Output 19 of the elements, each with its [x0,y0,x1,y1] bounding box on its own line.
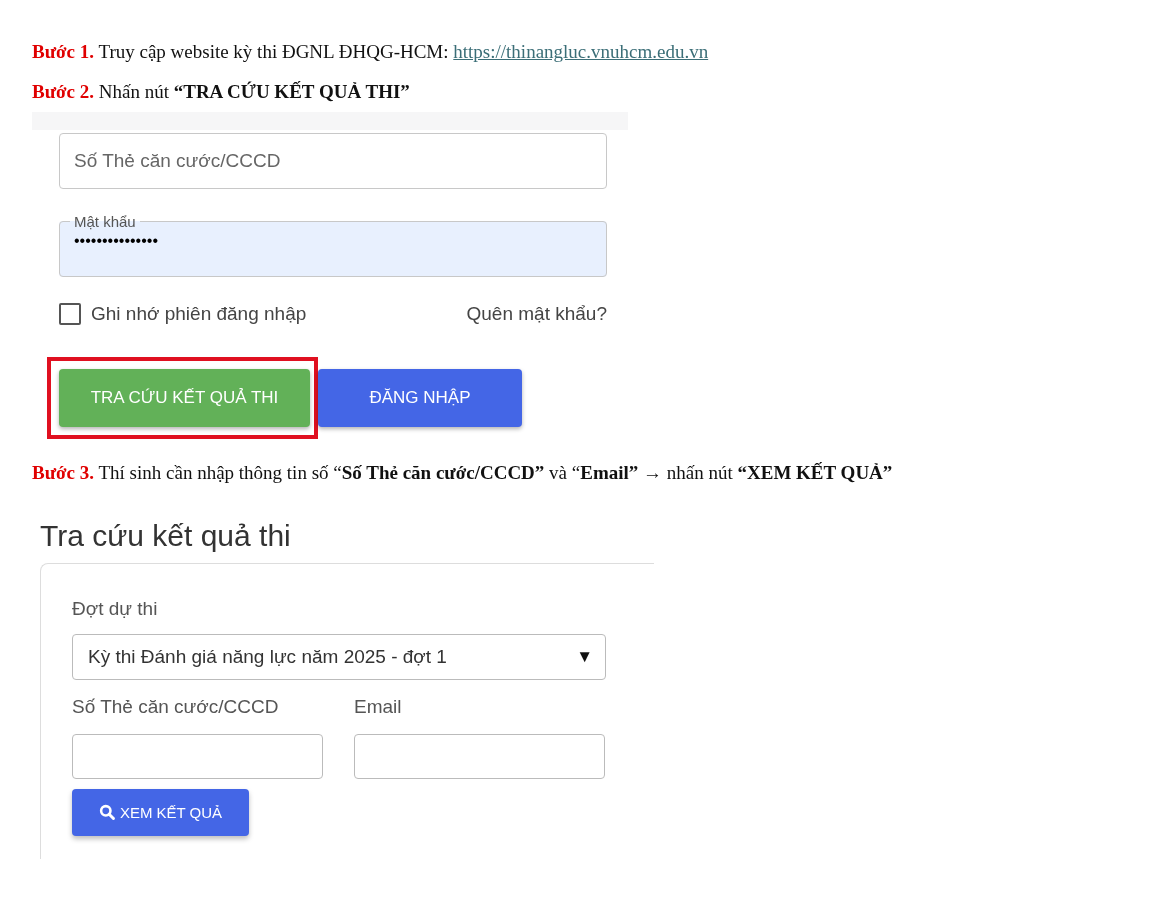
field-label: Email [354,696,403,718]
step-text: Bước 1. Truy cập website kỳ thi ĐGNL ĐHQG-HCM: https://thinangluc.vnuhcm.edu.vn [32,40,710,64]
input-field[interactable] [72,734,323,779]
forgot-password-link[interactable]: Quên mật khẩu? [466,303,607,325]
remember-label: Ghi nhớ phiên đăng nhập [91,303,307,325]
remember-checkbox[interactable] [59,303,81,325]
exam-round-select[interactable]: Kỳ thi Đánh giá năng lực năm 2025 - đợt 1 ▼ [72,634,606,680]
field-label: Số Thẻ căn cước/CCCD [72,696,280,718]
step-text: Bước 3. Thí sinh cần nhập thông tin số “Số Thẻ căn cước/CCCD” và “Email” → nhấn nút “XEM KẾT QUẢ” [32,461,894,485]
login-button[interactable]: ĐĂNG NHẬP [318,369,522,427]
website-link[interactable]: https://thinangluc.vnuhcm.edu.vn [453,41,709,62]
step-text: Bước 2. Nhấn nút “TRA CỨU KẾT QUẢ THI” [32,80,411,104]
id-number-field[interactable]: Số Thẻ căn cước/CCCD [59,133,607,189]
input-field[interactable] [354,734,605,779]
page-title: Tra cứu kết quả thi [40,519,292,553]
search-icon [98,804,116,821]
password-field[interactable]: Mật khẩu ••••••••••••••• [59,213,607,277]
field-label: Đợt dự thi [72,598,159,620]
view-results-button[interactable]: XEM KẾT QUẢ [72,789,249,836]
